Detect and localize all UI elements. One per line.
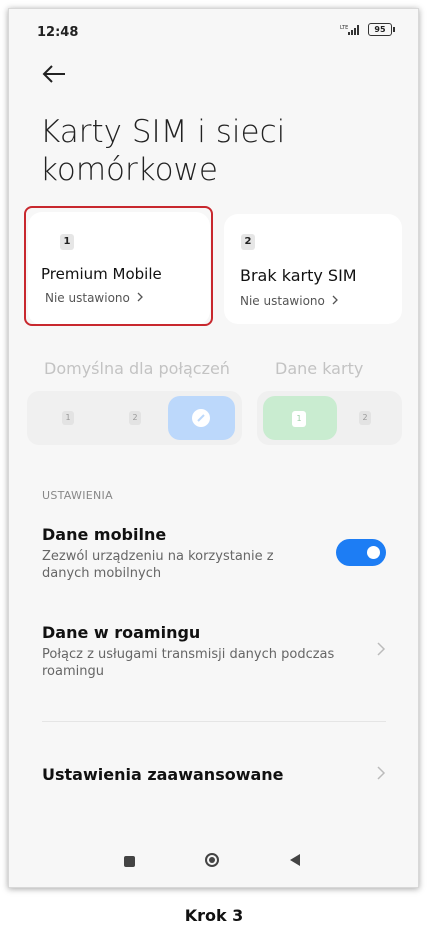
default-calls-selector: 1 2: [27, 391, 242, 445]
sim-slot-badge: 2: [241, 234, 255, 250]
calls-option-ask[interactable]: [168, 396, 235, 440]
card-data-label: Dane karty: [275, 359, 364, 378]
default-calls-label: Domyślna dla połączeń: [44, 359, 230, 378]
sim-card-name: Brak karty SIM: [240, 266, 357, 285]
highlight-frame: [24, 206, 213, 326]
sim-card-status: Nie ustawiono: [240, 294, 339, 308]
page-title: Karty SIM i sieci komórkowe: [40, 114, 286, 188]
step-caption: Krok 3: [184, 906, 244, 925]
ask-each-time-icon: [192, 409, 210, 427]
calls-option-1[interactable]: 1: [62, 411, 74, 425]
status-bar: 12:48 LTE 95: [9, 9, 418, 53]
sim-card-2[interactable]: 2 Brak karty SIM Nie ustawiono: [224, 214, 402, 324]
battery-icon: 95: [368, 23, 395, 36]
toggle-knob: [367, 546, 380, 559]
mobile-data-toggle[interactable]: [336, 539, 386, 566]
status-icons: LTE 95: [340, 23, 395, 36]
data-option-1[interactable]: 1: [263, 396, 337, 440]
chevron-right-icon: [377, 642, 386, 656]
chevron-right-icon: [377, 766, 386, 780]
recents-icon[interactable]: [124, 856, 135, 867]
phone-screen: 12:48 LTE 95 Karty SIM i sieci komórkowe…: [8, 8, 419, 888]
settings-section-label: USTAWIENIA: [42, 489, 113, 502]
advanced-settings-title: Ustawienia zaawansowane: [42, 765, 284, 784]
home-icon[interactable]: [205, 853, 219, 867]
back-arrow-icon[interactable]: [39, 59, 69, 89]
sim-card-status-text: Nie ustawiono: [240, 294, 325, 308]
roaming-subtitle: Połącz z usługami transmisji danych podc…: [42, 647, 335, 679]
divider: [42, 721, 386, 722]
data-option-2[interactable]: 2: [359, 411, 371, 425]
chevron-right-icon: [332, 295, 338, 305]
roaming-title: Dane w roamingu: [42, 623, 201, 642]
network-type: LTE: [340, 25, 348, 31]
nav-back-icon[interactable]: [290, 854, 300, 866]
lte-signal-icon: LTE: [340, 24, 359, 35]
data-option-1-badge: 1: [292, 411, 306, 427]
calls-option-2[interactable]: 2: [129, 411, 141, 425]
mobile-data-subtitle: Zezwól urządzeniu na korzystanie z danyc…: [42, 549, 274, 581]
status-time: 12:48: [37, 25, 79, 40]
card-data-selector: 1 2: [257, 391, 402, 445]
mobile-data-title: Dane mobilne: [42, 525, 167, 544]
